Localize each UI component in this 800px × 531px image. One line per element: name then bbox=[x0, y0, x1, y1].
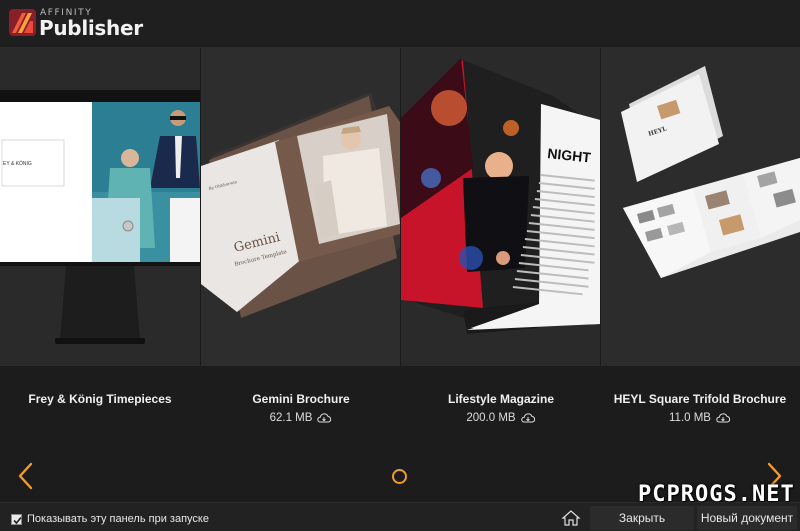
close-button[interactable]: Закрыть bbox=[590, 506, 694, 530]
template-size: 62.1 MB bbox=[269, 412, 313, 424]
gemini-brochure-thumbnail: Gemini Brochure Template By Ohhhorwin bbox=[201, 48, 400, 366]
template-tile-gemini-brochure[interactable]: Gemini Brochure Template By Ohhhorwin bbox=[201, 48, 400, 366]
new-document-button[interactable]: Новый документ bbox=[697, 506, 797, 530]
watermark-text: PCPROGS.NET bbox=[638, 482, 795, 507]
chevron-left-icon[interactable] bbox=[16, 462, 36, 490]
caption-lifestyle-magazine: Lifestyle Magazine 200.0 MB bbox=[401, 392, 601, 426]
checkmark-icon bbox=[13, 516, 22, 525]
template-title: HEYL Square Trifold Brochure bbox=[613, 392, 787, 406]
template-tile-heyl-trifold[interactable]: HEYL bbox=[601, 48, 800, 366]
frey-konig-brand-text: EY & KÖNIG bbox=[3, 160, 32, 167]
lifestyle-magazine-thumbnail: NIGHT bbox=[401, 48, 600, 366]
template-size: 11.0 MB bbox=[669, 412, 711, 424]
template-title: Frey & König Timepieces bbox=[28, 392, 172, 406]
show-on-start-label[interactable]: Показывать эту панель при запуске bbox=[27, 513, 209, 525]
caption-heyl-trifold: HEYL Square Trifold Brochure 11.0 MB bbox=[600, 392, 800, 426]
brand-publisher-label: Publisher bbox=[39, 16, 143, 40]
template-title: Gemini Brochure bbox=[252, 392, 350, 406]
caption-frey-konig: Frey & König Timepieces bbox=[0, 392, 200, 406]
cloud-download-icon[interactable] bbox=[520, 412, 536, 423]
caption-gemini-brochure: Gemini Brochure 62.1 MB bbox=[201, 392, 401, 426]
show-on-start-checkbox[interactable] bbox=[11, 514, 22, 525]
cloud-download-icon[interactable] bbox=[316, 412, 332, 423]
template-tile-frey-konig[interactable]: EY & KÖNIG bbox=[0, 48, 200, 366]
page-indicator-dot[interactable] bbox=[392, 469, 407, 484]
template-title: Lifestyle Magazine bbox=[447, 392, 555, 406]
template-size: 200.0 MB bbox=[466, 412, 516, 424]
template-tile-lifestyle-magazine[interactable]: NIGHT bbox=[401, 48, 600, 366]
frey-konig-thumbnail: EY & KÖNIG bbox=[0, 48, 200, 366]
heyl-trifold-thumbnail: HEYL bbox=[601, 48, 800, 366]
cloud-download-icon[interactable] bbox=[715, 412, 731, 423]
affinity-logo-icon bbox=[9, 9, 36, 36]
template-gallery: EY & KÖNIG Gemini Brochure Template By O… bbox=[0, 48, 800, 366]
home-icon[interactable] bbox=[560, 509, 582, 527]
app-header: AFFINITY Publisher bbox=[0, 0, 800, 48]
